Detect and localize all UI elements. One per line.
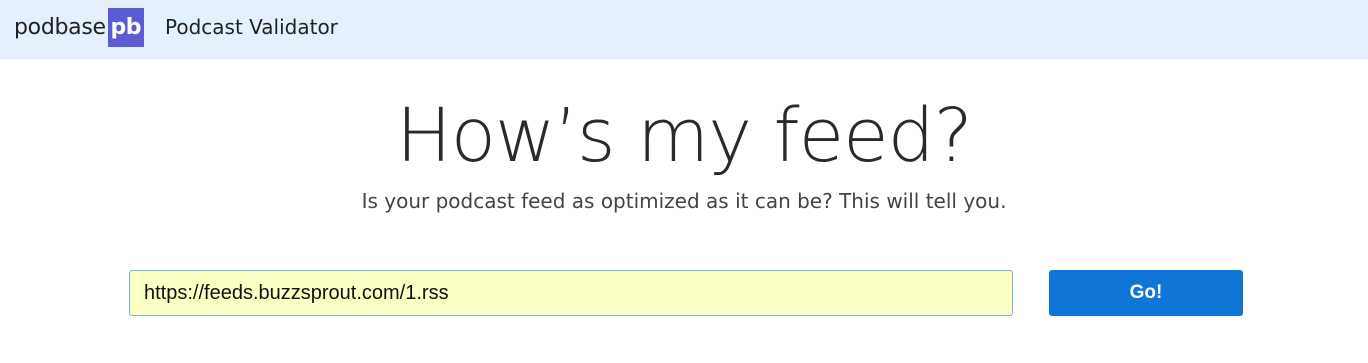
- page-subtitle: Is your podcast feed as optimized as it …: [361, 189, 1007, 213]
- brand-wordmark: podbase: [14, 15, 106, 40]
- app-title: Podcast Validator: [165, 15, 338, 39]
- top-bar: podbase pb Podcast Validator: [0, 0, 1368, 59]
- podbase-logo-icon: pb: [107, 8, 144, 47]
- podbase-home-link[interactable]: podbase pb: [14, 8, 144, 47]
- go-button[interactable]: Go!: [1049, 270, 1243, 316]
- page-title: How’s my feed?: [396, 93, 973, 179]
- feed-url-input[interactable]: [129, 270, 1013, 316]
